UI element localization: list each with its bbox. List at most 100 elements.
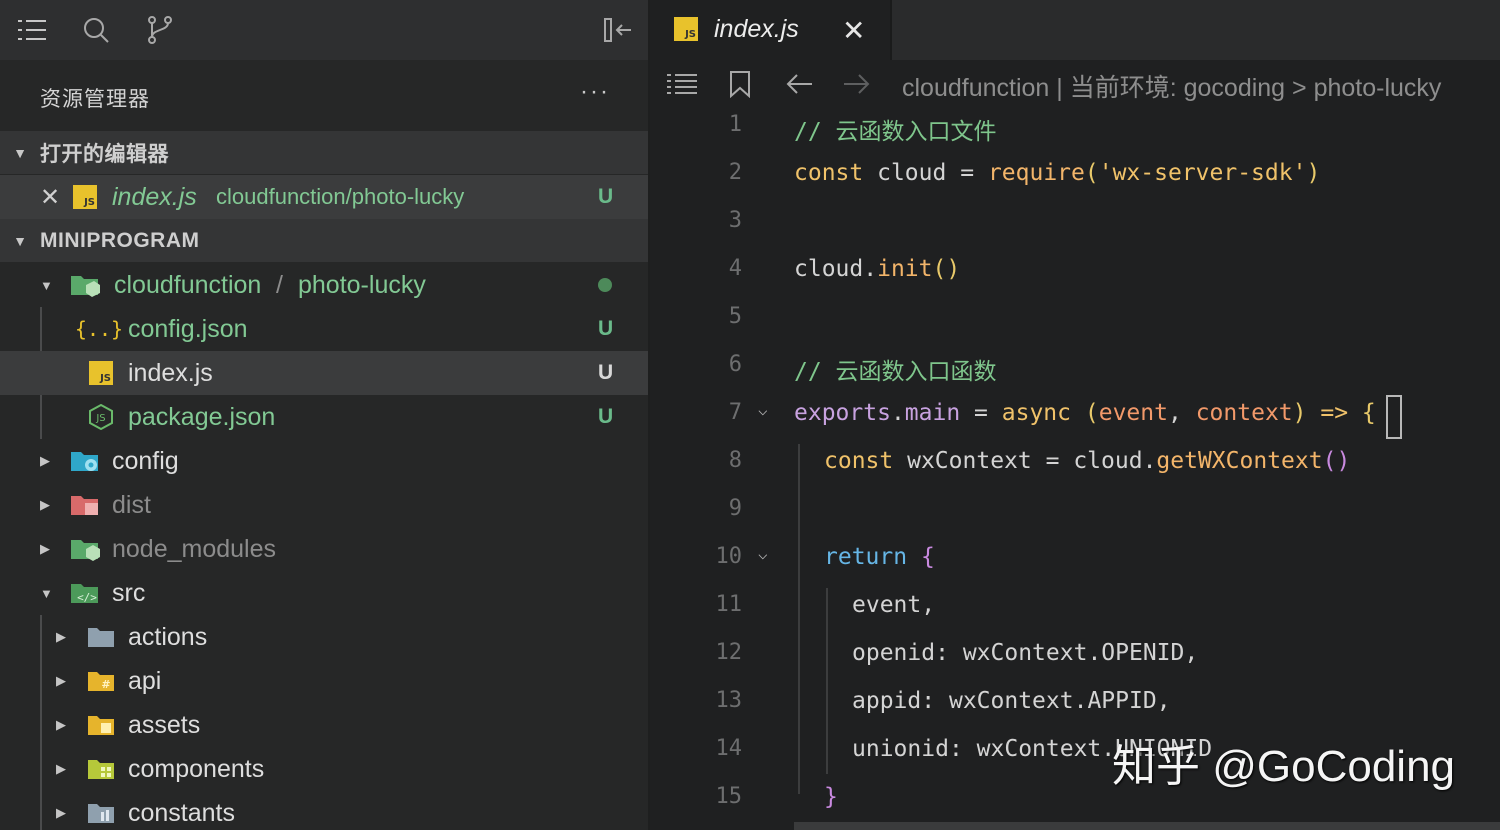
watermark: 知乎 @GoCoding (1112, 742, 1456, 791)
src-folder-icon: </> (70, 580, 100, 606)
folder-name: actions (128, 622, 208, 651)
dist-folder-icon (70, 492, 100, 518)
tab-label: index.js (714, 15, 799, 43)
code-line: openid: wxContext.OPENID, (852, 640, 1199, 666)
svg-text:</>: </> (77, 591, 97, 604)
file-path: cloudfunction/photo-lucky (216, 184, 465, 209)
code-line: exports.main = async (event, context) =>… (794, 400, 1376, 426)
tree-item-api[interactable]: ▶ # api (0, 659, 648, 703)
tree-item-actions[interactable]: ▶ actions (0, 615, 648, 659)
status-badge: U (598, 185, 614, 208)
list-icon[interactable] (16, 14, 48, 46)
folder-name: components (128, 754, 265, 783)
folder-name: cloudfunction (114, 270, 262, 299)
status-badge: U (598, 317, 614, 340)
folder-name: node_modules (112, 534, 277, 563)
chevron-right-icon: ▶ (40, 497, 50, 512)
status-badge: U (598, 405, 614, 428)
source-control-icon[interactable] (144, 14, 176, 46)
bracket-match-highlight (1386, 395, 1402, 439)
tree-item-assets[interactable]: ▶ assets (0, 703, 648, 747)
svg-text:JS: JS (95, 413, 105, 424)
section-label: MINIPROGRAM (40, 228, 200, 252)
explorer-title: 资源管理器 (40, 88, 150, 111)
line-number: 12 (715, 640, 743, 665)
line-number: 10 (715, 544, 743, 569)
line-number: 7 (728, 400, 742, 425)
tree-item-index-js[interactable]: JS index.js U (0, 351, 648, 395)
tab-index-js[interactable]: JS index.js ✕ (650, 0, 890, 60)
tree-item-node-modules[interactable]: ▶ node_modules (0, 527, 648, 571)
line-number: 11 (715, 592, 743, 617)
close-tab-button[interactable]: ✕ (842, 14, 865, 47)
config-folder-icon (70, 448, 100, 474)
chevron-right-icon: ▶ (56, 673, 66, 688)
explorer-sidebar: 资源管理器 ··· ▼ 打开的编辑器 ✕ JS index.js cloudfu… (0, 0, 648, 830)
more-actions-button[interactable]: ··· (580, 78, 610, 106)
fold-chevron-icon[interactable]: ⌵ (758, 400, 768, 419)
line-number: 9 (728, 496, 742, 521)
tree-item-package-json[interactable]: JS package.json U (0, 395, 648, 439)
bookmark-icon[interactable] (724, 68, 756, 100)
tree-item-cloudfunction[interactable]: ▼ cloudfunction / photo-lucky (0, 263, 648, 307)
project-section[interactable]: ▼ MINIPROGRAM (0, 219, 648, 262)
open-editor-item[interactable]: ✕ JS index.js cloudfunction/photo-lucky … (0, 175, 648, 219)
path-separator: / (276, 270, 283, 299)
line-number: 8 (728, 448, 742, 473)
close-icon[interactable]: ✕ (40, 183, 60, 212)
search-icon[interactable] (80, 14, 112, 46)
json-file-icon: {..} (74, 317, 124, 341)
modified-dot (598, 278, 612, 292)
line-number: 5 (728, 304, 742, 329)
back-arrow-icon[interactable] (784, 68, 816, 100)
tree-item-constants[interactable]: ▶ constants (0, 791, 648, 830)
horizontal-scrollbar[interactable] (794, 822, 1500, 830)
code-line: return { (824, 544, 935, 570)
components-folder-icon (86, 756, 116, 782)
code-line: } (824, 784, 838, 810)
fold-chevron-icon[interactable]: ⌵ (758, 544, 768, 563)
indent-guide (798, 444, 800, 794)
code-line: const wxContext = cloud.getWXContext() (824, 448, 1351, 474)
line-number: 14 (715, 736, 743, 761)
folder-name: photo-lucky (298, 270, 426, 299)
folder-icon (86, 624, 116, 650)
editor-toolbar: cloudfunction | 当前环境: gocoding > photo-l… (650, 60, 1500, 108)
activity-bar (0, 0, 648, 60)
chevron-right-icon: ▶ (56, 629, 66, 644)
line-number: 3 (728, 208, 742, 233)
tree-item-config[interactable]: ▶ config (0, 439, 648, 483)
open-editors-section[interactable]: ▼ 打开的编辑器 (0, 131, 648, 174)
collapse-sidebar-icon[interactable] (602, 14, 634, 46)
tree-item-config-json[interactable]: {..} config.json U (0, 307, 648, 351)
folder-name: config (112, 446, 179, 475)
chevron-right-icon: ▶ (56, 805, 66, 820)
chevron-down-icon: ▼ (13, 144, 27, 161)
tree-item-dist[interactable]: ▶ dist (0, 483, 648, 527)
file-name: package.json (128, 402, 276, 431)
section-label: 打开的编辑器 (40, 142, 169, 166)
code-line: // 云函数入口函数 (794, 359, 997, 385)
outline-list-icon[interactable] (666, 68, 698, 100)
code-line: appid: wxContext.APPID, (852, 688, 1171, 714)
node-folder-icon (70, 536, 100, 562)
js-file-icon: JS (86, 360, 116, 386)
tab-bar: JS index.js ✕ (650, 0, 1500, 60)
constants-folder-icon (86, 800, 116, 826)
folder-name: dist (112, 490, 151, 519)
nodejs-icon: JS (86, 404, 116, 430)
indent-guide (826, 588, 828, 774)
chevron-down-icon: ▼ (13, 232, 27, 249)
folder-name: constants (128, 798, 236, 827)
file-name: index.js (112, 182, 197, 211)
folder-name: assets (128, 710, 201, 739)
chevron-right-icon: ▶ (56, 761, 66, 776)
forward-arrow-icon[interactable] (840, 68, 872, 100)
status-badge: U (598, 361, 614, 384)
line-number: 15 (715, 784, 743, 809)
breadcrumb[interactable]: cloudfunction | 当前环境: gocoding > photo-l… (902, 68, 1441, 104)
code-line: // 云函数入口文件 (794, 119, 997, 145)
tree-item-src[interactable]: ▼ </> src (0, 571, 648, 615)
tree-item-components[interactable]: ▶ components (0, 747, 648, 791)
line-number: 6 (728, 352, 742, 377)
